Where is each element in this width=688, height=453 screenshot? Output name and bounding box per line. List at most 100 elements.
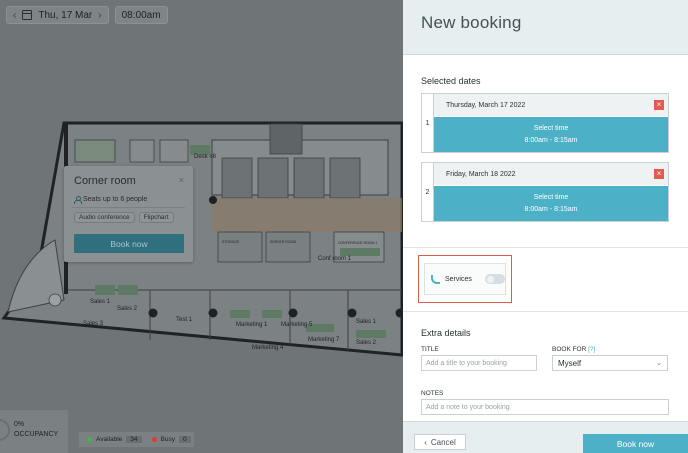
room-label-conf-room: Conf room 1: [318, 256, 352, 262]
storage-room: [217, 231, 263, 263]
occupancy-widget: 0% OCCUPANCY: [0, 410, 68, 453]
floor-plan: Desk #8 Conf room 1 STORAGE SERVER ROOM …: [1, 121, 403, 357]
room-popup-title: Corner room: [74, 175, 136, 187]
wood-floor: [212, 198, 402, 232]
date-heading: Friday, March 18 2022: [434, 163, 668, 185]
person-icon: [74, 196, 82, 204]
room-label-desk: Desk #8: [194, 154, 217, 160]
available-dot-icon: [87, 437, 92, 442]
occupancy-label: OCCUPANCY: [14, 431, 59, 438]
services-toggle-row[interactable]: Services: [424, 263, 506, 295]
small-room: [74, 139, 116, 163]
section-divider: [403, 247, 688, 248]
book-for-select[interactable]: Myself ⌄: [552, 355, 668, 371]
services-label: Services: [445, 275, 472, 283]
back-arrow-icon: ‹: [424, 437, 427, 447]
occupancy-gauge: [0, 419, 10, 441]
services-toggle[interactable]: [484, 274, 505, 284]
date-selector[interactable]: ‹ Thu, 17 Mar ›: [6, 6, 109, 24]
column-1: [148, 308, 158, 318]
close-icon[interactable]: ×: [179, 175, 184, 185]
date-index: 1: [422, 94, 434, 152]
select-time-button[interactable]: Select time 8:00am - 8:15am: [434, 186, 668, 221]
room-book-now-button[interactable]: Book now: [74, 234, 184, 253]
calendar-icon: [22, 10, 33, 20]
availability-legend: Available 34 Busy 0: [79, 432, 194, 447]
remove-date-button[interactable]: ×: [654, 169, 664, 179]
column-4: [347, 308, 357, 318]
panel-title: New booking: [421, 13, 522, 32]
room-label-test-1: Test 1: [176, 317, 193, 323]
small-room: [159, 139, 189, 163]
room-amenities: Audio conference Flipchart: [74, 212, 174, 223]
room-label-sales-1: Sales 1: [90, 299, 111, 305]
core-room-a: [221, 157, 253, 199]
busy-label: Busy: [160, 436, 175, 443]
room-label-sales-1b: Sales 1: [356, 319, 377, 325]
desk-cluster: [340, 248, 380, 256]
server-room: [265, 231, 311, 263]
small-room: [129, 139, 155, 163]
extra-details-title: Extra details: [421, 328, 471, 338]
time-selector[interactable]: 08:00am: [114, 6, 168, 24]
room-label-marketing-5: Marketing 5: [281, 322, 313, 328]
date-text: Thursday, March 17 2022: [446, 101, 526, 109]
occupancy-percent: 0%: [14, 421, 25, 428]
date-heading: Thursday, March 17 2022: [434, 94, 668, 116]
desk-cluster: [230, 310, 250, 318]
book-for-value: Myself: [558, 358, 582, 368]
room-label-sales-2b: Sales 2: [356, 340, 377, 346]
book-for-label-text: BOOK FOR: [552, 346, 587, 353]
booking-panel: New booking Selected dates 1 Thursday, M…: [403, 0, 688, 453]
room-capacity-text: Seats up to 6 people: [83, 196, 148, 203]
cancel-button[interactable]: ‹ Cancel: [414, 434, 466, 450]
room-popup: Corner room × Seats up to 6 people Audio…: [64, 166, 193, 262]
room-capacity: Seats up to 6 people: [74, 196, 148, 204]
select-time-label: Select time: [533, 194, 569, 201]
column-3: [288, 308, 298, 318]
lobby-seat: [48, 293, 62, 307]
column-7: [209, 196, 217, 204]
section-divider: [403, 311, 688, 312]
date-card-1: 1 Thursday, March 17 2022 × Select time …: [421, 93, 669, 153]
busy-dot-icon: [151, 437, 157, 442]
remove-date-button[interactable]: ×: [654, 100, 664, 110]
busy-count: 0: [178, 436, 191, 443]
cancel-label: Cancel: [430, 437, 456, 447]
services-highlight: Services: [418, 255, 512, 303]
select-time-button[interactable]: Select time 8:00am - 8:15am: [434, 117, 668, 152]
chevron-down-icon: ⌄: [656, 360, 662, 367]
column-2: [208, 308, 218, 318]
book-for-label: BOOK FOR [?]: [552, 346, 595, 353]
room-label-marketing-1: Marketing 1: [236, 322, 268, 328]
title-field-label: TITLE: [421, 346, 439, 353]
core-room-d: [329, 157, 361, 199]
desk-cluster: [118, 285, 138, 295]
date-text: Friday, March 18 2022: [446, 170, 516, 178]
desk-cluster: [356, 330, 386, 338]
amenity-tag: Flipchart: [138, 212, 174, 223]
book-now-button[interactable]: Book now: [583, 434, 688, 453]
time-range: 8:00am - 8:15am: [524, 137, 578, 144]
available-label: Available: [96, 436, 123, 443]
next-day-arrow-icon[interactable]: ›: [98, 10, 101, 21]
desk-cluster: [95, 285, 115, 295]
room-label-server: SERVER ROOM: [270, 240, 296, 244]
desk-cluster: [262, 310, 282, 318]
core-room-b: [257, 157, 289, 199]
notes-field-label: NOTES: [421, 390, 444, 397]
panel-header: New booking: [403, 0, 688, 55]
title-input[interactable]: Add a title to your booking: [421, 355, 537, 371]
date-index: 2: [422, 163, 434, 221]
phone-icon: [430, 274, 440, 284]
core-room-c: [293, 157, 325, 199]
room-label-storage: STORAGE: [222, 240, 240, 244]
prev-day-arrow-icon[interactable]: ‹: [13, 10, 16, 21]
room-label-marketing-4: Marketing 4: [252, 345, 284, 351]
notes-input[interactable]: Add a note to your booking: [421, 399, 669, 415]
floor-plan-area: Desk #8 Conf room 1 STORAGE SERVER ROOM …: [0, 0, 403, 453]
book-for-help-link[interactable]: [?]: [588, 346, 595, 353]
amenity-tag: Audio conference: [74, 212, 135, 223]
date-card-2: 2 Friday, March 18 2022 × Select time 8:…: [421, 162, 669, 222]
panel-footer: ‹ Cancel Book now: [403, 421, 688, 453]
